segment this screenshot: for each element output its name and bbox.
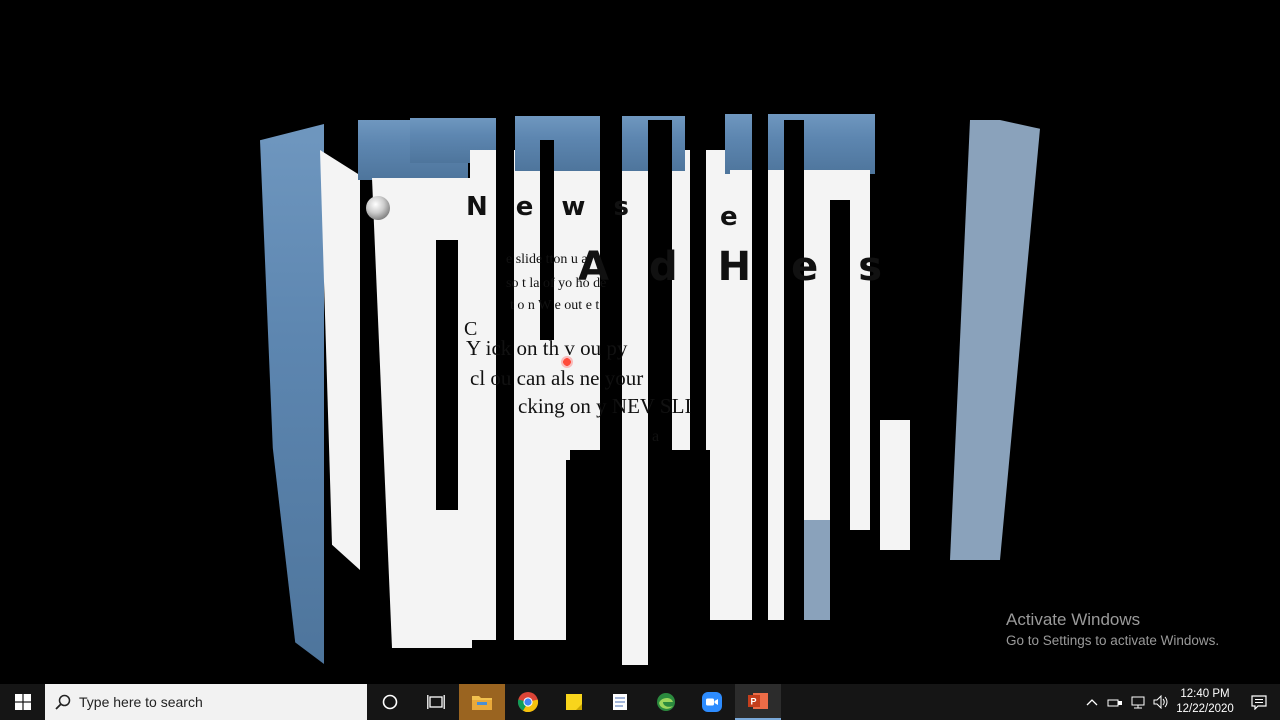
slide-transition-canvas: News e AdHes e slide tton u al so t la o… [0, 0, 1280, 684]
network-button[interactable] [1126, 695, 1149, 709]
watermark-subtext: Go to Settings to activate Windows. [1006, 633, 1220, 648]
slide-headline-fragment: AdHes [578, 244, 923, 290]
slide-body-line: t o n W e out e t [510, 298, 600, 313]
action-center-button[interactable] [1238, 694, 1280, 710]
volume-button[interactable] [1149, 695, 1172, 709]
transition-gap [566, 460, 620, 680]
slide-title-fragment: e [720, 202, 738, 232]
windows-logo-icon [14, 694, 31, 710]
taskbar: Type here to search P 12:40 PM 12/22/202… [0, 684, 1280, 720]
transition-blade [260, 124, 324, 664]
task-view-button[interactable] [413, 684, 459, 720]
clock-date: 12/22/2020 [1176, 703, 1234, 715]
slide-body-line: so t la of yo ho de [506, 276, 607, 291]
activate-windows-watermark: Activate Windows Go to Settings to activ… [1006, 610, 1219, 648]
slide-title-fragment: News [466, 192, 657, 222]
notepad-icon [613, 694, 627, 710]
task-view-icon [427, 695, 445, 709]
transition-blade [460, 440, 570, 640]
slide-body-line: a [652, 428, 660, 445]
zoom-icon [702, 692, 722, 712]
zoom-button[interactable] [689, 684, 735, 720]
show-hidden-icons-button[interactable] [1080, 698, 1103, 706]
usb-device-icon [1107, 699, 1122, 707]
chrome-icon [517, 692, 539, 713]
file-explorer-button[interactable] [459, 684, 505, 720]
transition-blade [880, 420, 910, 550]
slide-body-line: cl ou can als ne your [470, 366, 644, 390]
sticky-notes-icon [566, 694, 582, 710]
system-tray: 12:40 PM 12/22/2020 [1080, 684, 1280, 720]
svg-text:P: P [751, 697, 757, 707]
search-placeholder: Type here to search [79, 694, 203, 710]
search-box[interactable]: Type here to search [45, 684, 367, 720]
powerpoint-button[interactable]: P [735, 684, 781, 720]
pushpin-icon [366, 196, 390, 220]
cortana-icon [382, 694, 398, 710]
slide-body-line: cking on y NEV SLI [518, 394, 692, 418]
slide-body-line: e slide tton u al [506, 252, 592, 267]
transition-gap [752, 110, 768, 670]
edge-icon [657, 693, 675, 711]
transition-gap [690, 120, 706, 680]
clock-time: 12:40 PM [1180, 688, 1230, 700]
notification-icon [1251, 695, 1267, 710]
network-icon [1131, 696, 1144, 709]
edge-button[interactable] [643, 684, 689, 720]
transition-blade [320, 150, 360, 570]
volume-icon [1153, 695, 1167, 709]
file-explorer-icon [472, 696, 492, 710]
laser-pointer [561, 356, 573, 368]
search-icon [55, 694, 71, 710]
watermark-heading: Activate Windows [1006, 610, 1141, 629]
chevron-up-icon [1086, 699, 1097, 706]
clock-button[interactable]: 12:40 PM 12/22/2020 [1172, 687, 1238, 717]
cortana-button[interactable] [367, 684, 413, 720]
tray-device-button[interactable] [1103, 695, 1126, 709]
powerpoint-icon: P [748, 693, 768, 709]
notepad-button[interactable] [597, 684, 643, 720]
transition-gap [436, 240, 458, 510]
start-button[interactable] [0, 684, 45, 720]
slide-body-line: Y ick on th v ou py [466, 336, 628, 360]
chrome-button[interactable] [505, 684, 551, 720]
transition-blade [950, 120, 1040, 560]
transition-gap [784, 120, 804, 680]
sticky-notes-button[interactable] [551, 684, 597, 720]
